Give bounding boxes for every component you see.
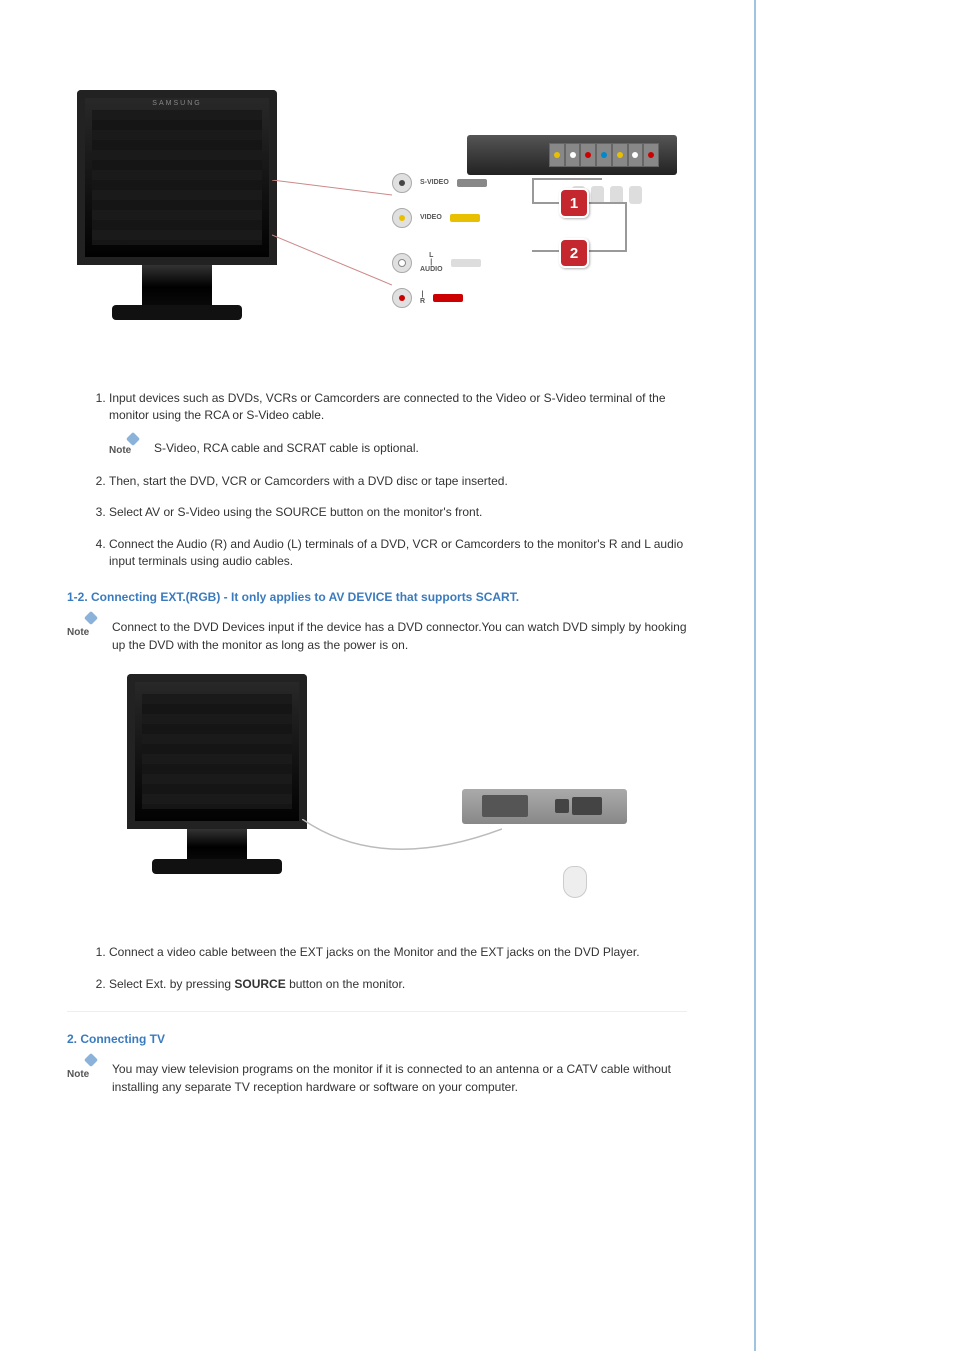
monitor-illustration: SAMSUNG xyxy=(77,90,277,320)
note-icon: Note xyxy=(109,437,142,459)
audio-r-label: R xyxy=(420,298,425,305)
monitor-illustration xyxy=(127,674,307,884)
audio-r-port-icon xyxy=(392,288,412,308)
section-1-2-note: Connect to the DVD Devices input if the … xyxy=(112,616,687,654)
video-port-icon xyxy=(392,208,412,228)
note-icon: Note xyxy=(67,1058,100,1080)
audio-label: AUDIO xyxy=(420,266,443,273)
list1-note1: S-Video, RCA cable and SCRAT cable is op… xyxy=(154,437,687,457)
audio-l-port-icon xyxy=(392,253,412,273)
instructions-list-1: Input devices such as DVDs, VCRs or Camc… xyxy=(87,390,687,570)
callout-lines xyxy=(272,180,392,290)
instructions-list-2: Connect a video cable between the EXT ja… xyxy=(87,944,687,993)
svideo-port-icon xyxy=(392,173,412,193)
ext-connection-diagram xyxy=(127,674,627,904)
svideo-plug-icon xyxy=(457,179,487,187)
dvd-device-illustration xyxy=(462,789,627,824)
monitor-brand-label: SAMSUNG xyxy=(152,100,201,107)
video-plug-icon xyxy=(450,214,480,222)
external-device-illustration xyxy=(467,135,677,175)
port-panel: S-VIDEO VIDEO L | AUDIO xyxy=(392,165,522,315)
section-1-2-title: 1-2. Connecting EXT.(RGB) - It only appl… xyxy=(67,590,687,604)
note-icon: Note xyxy=(67,616,100,638)
list1-item3: Select AV or S-Video using the SOURCE bu… xyxy=(109,504,687,521)
ext-cable-line xyxy=(302,819,502,879)
audio-r-plug-icon xyxy=(433,294,463,302)
list1-item4: Connect the Audio (R) and Audio (L) term… xyxy=(109,536,687,571)
list2-item1: Connect a video cable between the EXT ja… xyxy=(109,944,687,961)
video-label: VIDEO xyxy=(420,214,442,221)
section-2-note: You may view television programs on the … xyxy=(112,1058,687,1096)
callout-badge-2: 2 xyxy=(559,238,589,268)
content-area: SAMSUNG S-VIDEO VIDEO xyxy=(67,90,687,1170)
av-connection-diagram: SAMSUNG S-VIDEO VIDEO xyxy=(77,90,677,360)
svideo-label: S-VIDEO xyxy=(420,179,449,186)
list1-item1: Input devices such as DVDs, VCRs or Camc… xyxy=(109,390,687,459)
list1-item2: Then, start the DVD, VCR or Camcorders w… xyxy=(109,473,687,490)
list2-item2: Select Ext. by pressing SOURCE button on… xyxy=(109,976,687,993)
document-page: SAMSUNG S-VIDEO VIDEO xyxy=(0,0,756,1351)
remote-illustration xyxy=(563,866,587,898)
audio-l-plug-icon xyxy=(451,259,481,267)
audio-l-label: L xyxy=(420,252,443,259)
divider xyxy=(67,1011,687,1012)
section-2-title: 2. Connecting TV xyxy=(67,1032,687,1046)
callout-badge-1: 1 xyxy=(559,188,589,218)
